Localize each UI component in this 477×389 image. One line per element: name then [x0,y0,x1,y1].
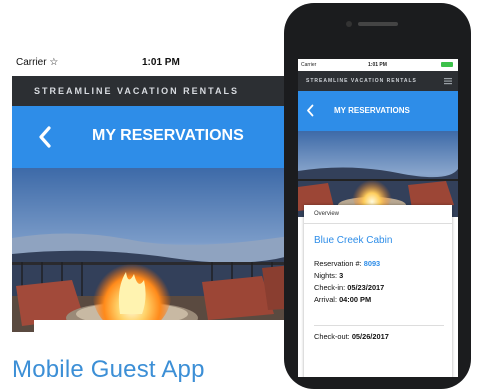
arrival-value: 04:00 PM [339,295,372,304]
phone-carrier-label: Carrier [301,62,317,68]
tab-overview-label: Overview [314,211,340,217]
front-camera [346,21,352,27]
card-divider [314,325,444,326]
property-name-link[interactable]: Blue Creek Cabin [314,235,392,246]
card-edge [34,320,302,332]
checkout-row: Check-out: 05/26/2017 [314,332,389,341]
reservation-label: Reservation #: [314,259,362,268]
hero-image [12,168,302,332]
phone-page-header: MY RESERVATIONS [298,91,458,131]
phone-page-title: MY RESERVATIONS [334,106,410,115]
checkin-label: Check-in: [314,283,346,292]
caption: Mobile Guest App [12,356,205,383]
brand-name: STREAMLINE VACATION RENTALS [34,86,239,96]
phone-brand-bar: STREAMLINE VACATION RENTALS [298,71,458,91]
phone-speaker [358,22,398,26]
checkin-value: 05/23/2017 [347,283,385,292]
carrier-label: Carrier ☆ [16,57,59,68]
hamburger-menu-icon[interactable] [444,77,452,85]
checkout-label: Check-out: [314,332,350,341]
nights-label: Nights: [314,271,338,280]
chevron-left-icon[interactable] [38,126,52,148]
checkout-value: 05/26/2017 [351,332,389,341]
nights-value: 3 [339,271,344,280]
phone-screen: Carrier 1:01 PM STREAMLINE VACATION RENT… [298,59,458,377]
battery-icon [441,62,453,67]
clock-label: 1:01 PM [142,57,180,68]
app-screen-large: Carrier ☆ 1:01 PM STREAMLINE VACATION RE… [12,50,302,332]
phone-clock-label: 1:01 PM [368,62,387,68]
tab-overview[interactable]: Overview [304,205,452,224]
page-header: MY RESERVATIONS [12,106,302,168]
brand-bar: STREAMLINE VACATION RENTALS [12,76,302,106]
reservation-number-row: Reservation #: 8093 [314,259,380,268]
arrival-row: Arrival: 04:00 PM [314,295,371,304]
nights-row: Nights: 3 [314,271,343,280]
checkin-row: Check-in: 05/23/2017 [314,283,384,292]
status-bar: Carrier ☆ 1:01 PM [12,50,302,76]
phone-status-bar: Carrier 1:01 PM [298,59,458,71]
reservation-card: Overview Blue Creek Cabin Reservation #:… [304,205,452,377]
page-title: MY RESERVATIONS [92,127,244,144]
arrival-label: Arrival: [314,295,337,304]
reservation-number-link[interactable]: 8093 [364,259,380,268]
phone-brand-name: STREAMLINE VACATION RENTALS [306,78,417,84]
phone-mockup: Carrier 1:01 PM STREAMLINE VACATION RENT… [284,3,471,389]
chevron-left-icon[interactable] [306,104,314,117]
